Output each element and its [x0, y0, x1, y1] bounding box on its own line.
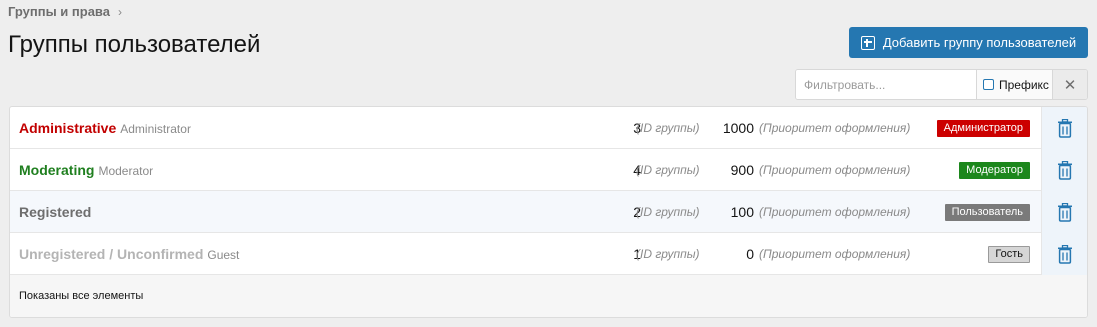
display-priority-label: (Приоритет оформления) [759, 163, 911, 177]
display-priority-label: (Приоритет оформления) [759, 205, 911, 219]
display-priority: 1000 [722, 120, 754, 136]
display-priority-label: (Приоритет оформления) [759, 121, 911, 135]
group-title[interactable]: Unregistered / Unconfirmed Guest [19, 233, 239, 275]
group-name[interactable]: Administrative [19, 120, 116, 136]
group-name[interactable]: Unregistered / Unconfirmed [19, 246, 203, 262]
status-badge: Пользователь [944, 204, 1030, 221]
display-priority: 100 [730, 204, 754, 220]
plus-square-icon [860, 35, 875, 50]
checkbox-icon[interactable] [983, 79, 994, 90]
add-group-button[interactable]: Добавить группу пользователей [849, 27, 1088, 58]
table-row[interactable]: Moderating Moderator 4 (ID группы) 900 (П… [10, 149, 1087, 191]
page-title: Группы пользователей [8, 31, 261, 58]
table-row[interactable]: Unregistered / Unconfirmed Guest 1 (ID гр… [10, 233, 1087, 275]
breadcrumb: Группы и права › [8, 4, 122, 19]
list-footer: Показаны все элементы [10, 275, 1087, 317]
display-priority: 0 [746, 246, 754, 262]
group-title[interactable]: Administrative Administrator [19, 107, 191, 149]
group-name[interactable]: Registered [19, 204, 91, 220]
prefix-label: Префикс [999, 77, 1049, 92]
trash-icon [1057, 202, 1072, 222]
delete-button[interactable] [1041, 107, 1087, 149]
table-row[interactable]: Registered 2 (ID группы) 100 (Приоритет … [10, 191, 1087, 233]
status-badge: Гость [988, 246, 1030, 263]
trash-icon [1057, 244, 1072, 264]
group-id-label: (ID группы) [636, 121, 700, 135]
clear-filter-button[interactable]: ✕ [1052, 70, 1087, 99]
group-id-label: (ID группы) [636, 205, 700, 219]
groups-list: Administrative Administrator 3 (ID группы… [9, 106, 1088, 318]
display-priority: 900 [730, 162, 754, 178]
chevron-right-icon: › [117, 4, 122, 19]
display-priority-label: (Приоритет оформления) [759, 247, 911, 261]
group-user-title: Moderator [98, 164, 154, 178]
delete-button[interactable] [1041, 149, 1087, 191]
group-name[interactable]: Moderating [19, 162, 94, 178]
group-user-title: Administrator [120, 122, 191, 136]
table-row[interactable]: Administrative Administrator 3 (ID группы… [10, 107, 1087, 149]
status-badge: Администратор [936, 120, 1030, 137]
group-id-label: (ID группы) [636, 247, 700, 261]
group-id-label: (ID группы) [636, 163, 700, 177]
trash-icon [1057, 118, 1072, 138]
breadcrumb-link[interactable]: Группы и права [8, 4, 110, 19]
prefix-toggle[interactable]: Префикс [976, 70, 1052, 99]
delete-button[interactable] [1041, 191, 1087, 233]
add-group-button-label: Добавить группу пользователей [882, 35, 1077, 50]
filter-input[interactable] [796, 70, 976, 99]
group-title[interactable]: Moderating Moderator [19, 149, 153, 191]
delete-button[interactable] [1041, 233, 1087, 275]
filter-bar: Префикс ✕ [795, 69, 1088, 100]
trash-icon [1057, 160, 1072, 180]
group-title[interactable]: Registered [19, 191, 95, 233]
group-user-title: Guest [207, 248, 240, 262]
status-badge: Модератор [959, 162, 1030, 179]
